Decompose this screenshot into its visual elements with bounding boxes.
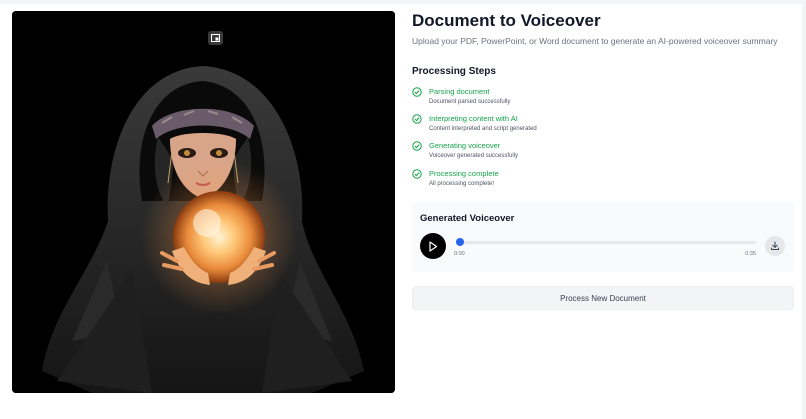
illustration-hooded-figure-with-orb [12,11,395,393]
audio-progress-track[interactable] [456,240,756,244]
step-detail: Document parsed successfully [429,99,511,105]
document-preview-image [12,11,395,393]
check-circle-icon [412,87,422,97]
download-icon [771,241,779,250]
process-new-document-button[interactable]: Process New Document [412,286,794,310]
download-button[interactable] [765,236,785,256]
picture-in-picture-icon [211,34,220,42]
check-circle-icon [412,169,422,179]
total-time: 0:35 [745,251,756,257]
step-label: Generating voiceover [429,141,501,150]
voiceover-title: Generated Voiceover [420,213,515,224]
step-detail: Voiceover generated successfully [429,153,519,159]
step-processing-complete: Processing complete All processing compl… [412,169,792,193]
step-detail: Content interpreted and script generated [429,126,537,132]
step-parsing-document: Parsing document Document parsed success… [412,87,792,111]
check-circle-icon [412,141,422,151]
step-interpreting-content: Interpreting content with AI Content int… [412,114,792,138]
page-title: Document to Voiceover [412,11,601,30]
app-page: Document to Voiceover Upload your PDF, P… [0,0,806,419]
audio-progress-thumb[interactable] [456,238,464,246]
generated-voiceover-card: Generated Voiceover 0:00 0:35 [412,202,794,272]
picture-in-picture-button[interactable] [208,31,223,45]
step-detail: All processing complete! [429,181,495,187]
play-icon [429,240,438,252]
step-label: Parsing document [429,87,490,96]
play-button[interactable] [420,233,446,259]
vertical-scrollbar[interactable] [802,0,806,419]
step-label: Interpreting content with AI [429,114,518,123]
page-subtitle: Upload your PDF, PowerPoint, or Word doc… [412,36,778,46]
step-label: Processing complete [429,169,499,178]
current-time: 0:00 [454,251,465,257]
step-generating-voiceover: Generating voiceover Voiceover generated… [412,141,792,165]
processing-steps-heading: Processing Steps [412,66,496,77]
page-top-edge [0,0,806,4]
check-circle-icon [412,114,422,124]
